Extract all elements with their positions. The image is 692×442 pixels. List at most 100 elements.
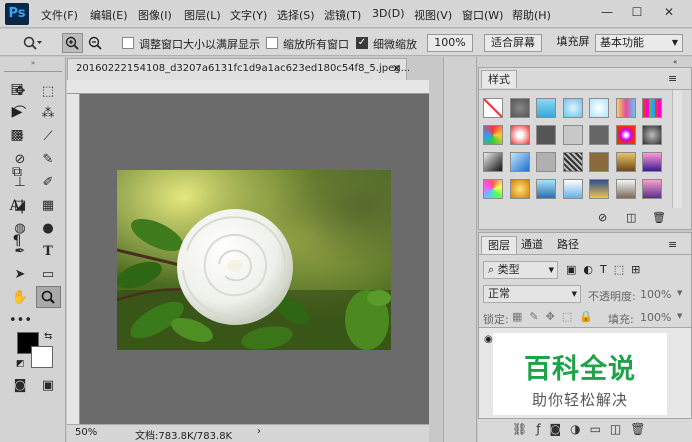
quick-mask-icon[interactable]: ◙ [9, 376, 31, 396]
dodge-tool-icon[interactable]: ● [37, 219, 59, 239]
chevron-down-icon[interactable]: ▼ [677, 289, 682, 297]
resize-windows-checkbox[interactable] [122, 37, 134, 49]
scrubby-zoom-checkbox[interactable]: ✓ [356, 37, 368, 49]
close-button[interactable]: ✕ [662, 5, 676, 19]
layer-filter-select[interactable]: ⌕ 类型 ▼ [483, 261, 558, 279]
actions-play-icon[interactable]: ▶ [8, 103, 26, 121]
style-swatch[interactable] [642, 98, 662, 118]
menu-window[interactable]: 窗口(W) [462, 7, 503, 23]
eyedropper-tool-icon[interactable]: ⟋ [37, 127, 59, 147]
style-swatch[interactable] [483, 98, 503, 118]
lock-icons[interactable]: ▦✎✥⬚🔒 [512, 310, 600, 323]
style-swatch[interactable] [615, 98, 636, 118]
style-swatch[interactable] [509, 152, 530, 172]
delete-style-icon[interactable]: 🗑 [652, 211, 666, 225]
style-swatch[interactable] [483, 125, 503, 145]
menu-view[interactable]: 视图(V) [414, 7, 452, 23]
layers-menu-icon[interactable]: ≡ [668, 239, 682, 251]
menu-layer[interactable]: 图层(L) [184, 7, 221, 23]
style-swatch[interactable] [642, 179, 662, 199]
style-swatch[interactable] [642, 125, 662, 145]
style-swatch[interactable] [589, 152, 609, 172]
style-swatch[interactable] [615, 179, 636, 199]
menu-image[interactable]: 图像(I) [138, 7, 172, 23]
zoom-in-icon[interactable] [62, 33, 83, 53]
style-swatch[interactable] [483, 179, 503, 199]
more-tools-icon[interactable]: ••• [9, 311, 32, 331]
tab-paths[interactable]: 路径 [551, 236, 585, 254]
properties-icon[interactable]: ▩ [8, 126, 26, 144]
close-tab-icon[interactable]: ✕ [392, 62, 401, 75]
tab-layers[interactable]: 图层 [481, 236, 517, 254]
rectangle-tool-icon[interactable]: ▭ [37, 265, 59, 285]
chevron-down-icon[interactable]: ▼ [677, 312, 682, 320]
style-swatch[interactable] [615, 125, 636, 145]
style-swatch[interactable] [642, 152, 662, 172]
layer-filter-icons[interactable]: ▣◐T⬚⊞ [566, 263, 647, 276]
document-image[interactable] [117, 170, 391, 350]
clear-style-icon[interactable]: ⊘ [598, 211, 612, 225]
status-chevron-icon[interactable]: › [257, 426, 261, 437]
type-tool-icon[interactable]: T [37, 242, 59, 262]
zoom-100-button[interactable]: 100% [427, 34, 473, 52]
style-swatch[interactable] [509, 125, 530, 145]
maximize-button[interactable]: ☐ [630, 5, 644, 19]
style-swatch[interactable] [562, 179, 583, 199]
style-swatch[interactable] [562, 125, 583, 145]
style-swatch[interactable] [562, 98, 583, 118]
style-swatch[interactable] [536, 179, 556, 199]
style-swatch[interactable] [615, 152, 636, 172]
styles-scrollbar[interactable] [672, 90, 682, 208]
fit-screen-button[interactable]: 适合屏幕 [484, 34, 542, 52]
menu-help[interactable]: 帮助(H) [512, 7, 551, 23]
gradient-tool-icon[interactable]: ▦ [37, 196, 59, 216]
minimize-button[interactable]: — [600, 5, 614, 19]
path-selection-icon[interactable]: ➤ [9, 265, 31, 285]
styles-tab[interactable]: 样式 [481, 70, 517, 88]
menu-type[interactable]: 文字(Y) [230, 7, 267, 23]
style-swatch[interactable] [589, 98, 609, 118]
magic-wand-icon[interactable]: ⁂ [37, 104, 59, 124]
menu-filter[interactable]: 滤镜(T) [324, 7, 361, 23]
history-brush-icon[interactable]: ✐ [37, 173, 59, 193]
marquee-tool-icon[interactable]: ⬚ [37, 82, 59, 102]
style-swatch[interactable] [536, 98, 556, 118]
zoom-tool-preset-icon[interactable] [22, 35, 42, 51]
zoom-tool-icon[interactable] [36, 286, 61, 308]
opacity-value[interactable]: 100% [640, 288, 671, 301]
document-tab[interactable]: 20160222154108_d3207a6131fc1d9a1ac623ed1… [67, 58, 410, 80]
screen-mode-icon[interactable]: ▣ [37, 376, 59, 396]
menu-file[interactable]: 文件(F) [41, 7, 78, 23]
new-style-icon[interactable]: ◫ [626, 211, 640, 225]
panel-menu-icon[interactable]: ≡ [668, 73, 682, 85]
character-icon[interactable]: A| [8, 197, 26, 215]
style-swatch[interactable] [589, 179, 609, 199]
hand-tool-icon[interactable]: ✋ [9, 288, 31, 308]
zoom-out-icon[interactable] [86, 34, 106, 52]
workspace-select[interactable]: 基本功能 ▼ [595, 34, 683, 52]
menu-3d[interactable]: 3D(D) [372, 7, 405, 20]
brush-tool-icon[interactable]: ✎ [37, 150, 59, 170]
fill-screen-button[interactable]: 填充屏 [553, 34, 593, 52]
panel-collapse-right-icon[interactable]: « [673, 58, 685, 66]
blend-mode-select[interactable]: 正常 ▼ [483, 285, 581, 303]
background-color-swatch[interactable] [31, 346, 53, 368]
default-colors-icon[interactable]: ◩ [16, 358, 28, 370]
fill-value[interactable]: 100% [640, 311, 671, 324]
history-icon[interactable]: ▤ [8, 80, 26, 98]
layer-action-icons[interactable]: ⛓ƒ◙◑▭◫🗑 [512, 422, 654, 436]
style-swatch[interactable] [536, 125, 556, 145]
style-swatch[interactable] [509, 98, 530, 118]
zoom-level[interactable]: 50% [75, 427, 97, 438]
character-paragraph-icon[interactable]: ⧉ [8, 163, 26, 181]
swap-colors-icon[interactable]: ⇆ [44, 331, 56, 343]
menu-edit[interactable]: 编辑(E) [90, 7, 128, 23]
menu-select[interactable]: 选择(S) [277, 7, 315, 23]
style-swatch[interactable] [536, 152, 556, 172]
style-swatch[interactable] [562, 152, 583, 172]
tab-channels[interactable]: 通道 [515, 236, 549, 254]
panel-collapse-icon[interactable]: » [2, 59, 64, 67]
zoom-all-windows-checkbox[interactable] [266, 37, 278, 49]
style-swatch[interactable] [483, 152, 503, 172]
style-swatch[interactable] [509, 179, 530, 199]
